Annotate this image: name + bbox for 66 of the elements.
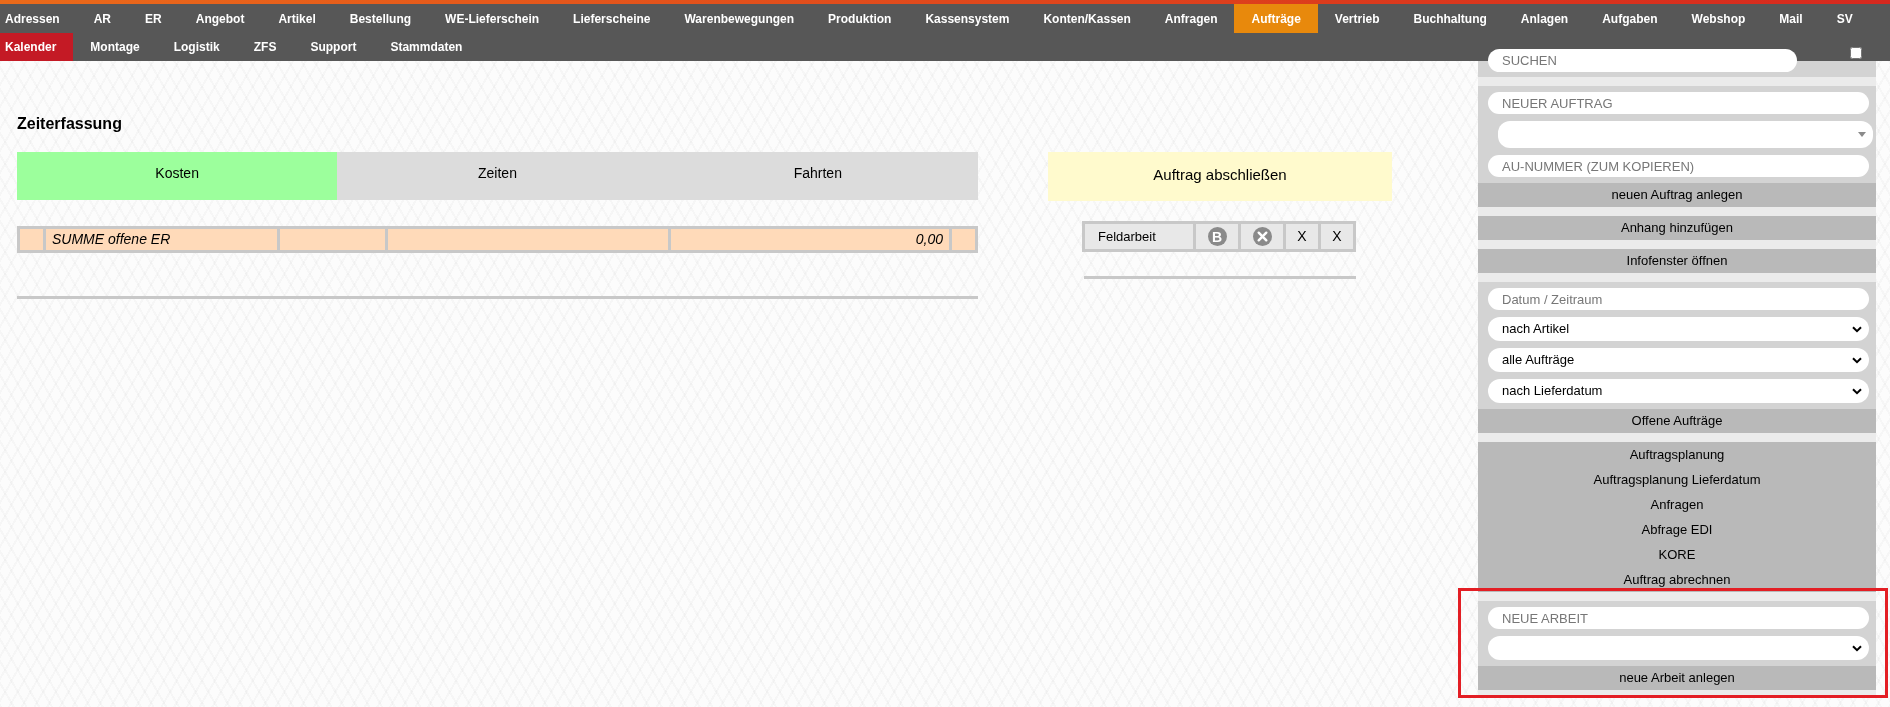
- input-field[interactable]: NEUE ARBEIT: [1488, 607, 1869, 629]
- tab[interactable]: Kosten: [17, 152, 338, 200]
- nav-link[interactable]: Aufgaben: [1585, 4, 1675, 33]
- nav-link[interactable]: SV: [1819, 4, 1870, 33]
- task-cell: Feldarbeit: [1085, 224, 1193, 249]
- search-field[interactable]: SUCHEN: [1488, 49, 1797, 72]
- nav-link[interactable]: Warenbewegungen: [667, 4, 812, 33]
- nav-link[interactable]: Angebot: [178, 4, 262, 33]
- nav-link[interactable]: Produktion: [811, 4, 909, 33]
- chevron-down-icon: [1852, 644, 1862, 652]
- close-order-button[interactable]: Auftrag abschließen: [1048, 152, 1392, 201]
- table-cell: SUMME offene ER: [46, 229, 277, 250]
- chevron-down-icon: [1852, 325, 1862, 333]
- nav-link[interactable]: Konten/Kassen: [1026, 4, 1148, 33]
- table-cell: [20, 229, 43, 250]
- nav-link[interactable]: Artikel: [261, 4, 333, 33]
- table-cell: 0,00: [671, 229, 949, 250]
- nav-link[interactable]: Kassensystem: [908, 4, 1027, 33]
- nav-link[interactable]: Anlagen: [1503, 4, 1586, 33]
- x-button[interactable]: X: [1286, 224, 1318, 249]
- nav-link[interactable]: Anfragen: [1147, 4, 1235, 33]
- input-field[interactable]: NEUER AUFTRAG: [1488, 92, 1869, 114]
- nav-link[interactable]: Webshop: [1674, 4, 1763, 33]
- close-circle-icon[interactable]: [1252, 227, 1272, 246]
- sidebar-link[interactable]: Anfragen: [1478, 492, 1876, 517]
- sidebar-link[interactable]: KORE: [1478, 542, 1876, 567]
- nav-link[interactable]: Vertrieb: [1317, 4, 1397, 33]
- nav-link[interactable]: Adressen: [0, 4, 77, 33]
- nav-link[interactable]: Lieferscheine: [556, 4, 668, 33]
- nav-link[interactable]: AR: [76, 4, 129, 33]
- sidebar-link[interactable]: Auftragsplanung: [1478, 442, 1876, 467]
- nav-link[interactable]: Mail: [1762, 4, 1820, 33]
- nav-link[interactable]: Bestellung: [332, 4, 429, 33]
- nav-link[interactable]: ZFS: [236, 33, 294, 61]
- dropdown-triangle-icon: [1858, 132, 1866, 137]
- nav-link[interactable]: Logistik: [156, 33, 237, 61]
- sidebar-button[interactable]: Infofenster öffnen: [1478, 249, 1876, 273]
- sidebar-link[interactable]: Auftragsplanung Lieferdatum: [1478, 467, 1876, 492]
- nav-link[interactable]: WE-Lieferschein: [428, 4, 557, 33]
- dropdown-field[interactable]: alle Aufträge: [1488, 348, 1869, 372]
- dropdown-field[interactable]: [1488, 636, 1869, 660]
- sidebar-button[interactable]: Offene Aufträge: [1478, 409, 1876, 433]
- dropdown-field[interactable]: nach Lieferdatum: [1488, 379, 1869, 403]
- page-title: Zeiterfassung: [17, 114, 123, 134]
- tab[interactable]: Fahrten: [657, 152, 978, 200]
- input-field[interactable]: AU-NUMMER (ZUM KOPIEREN): [1488, 155, 1869, 177]
- nav-link[interactable]: Stammdaten: [373, 33, 480, 61]
- input-field[interactable]: Datum / Zeitraum: [1488, 288, 1869, 310]
- nav-link[interactable]: Montage: [73, 33, 157, 61]
- checkbox[interactable]: [1850, 47, 1862, 59]
- sidebar-link[interactable]: Auftrag abrechnen: [1478, 567, 1876, 592]
- x-button[interactable]: X: [1321, 224, 1353, 249]
- table-cell: [952, 229, 975, 250]
- nav-link[interactable]: Buchhaltung: [1396, 4, 1504, 33]
- sidebar-link[interactable]: Abfrage EDI: [1478, 517, 1876, 542]
- chevron-down-icon: [1852, 356, 1862, 364]
- nav-link[interactable]: Support: [293, 33, 374, 61]
- sidebar-button[interactable]: neue Arbeit anlegen: [1478, 666, 1876, 690]
- dropdown-field[interactable]: nach Artikel: [1488, 317, 1869, 341]
- sidebar-button[interactable]: Anhang hinzufügen: [1478, 216, 1876, 240]
- sidebar-button[interactable]: neuen Auftrag anlegen: [1478, 183, 1876, 207]
- chevron-down-icon: [1852, 387, 1862, 395]
- nav-link[interactable]: ER: [128, 4, 179, 33]
- nav-link[interactable]: Kalender: [0, 33, 74, 61]
- tab[interactable]: Zeiten: [337, 152, 658, 200]
- combobox-field[interactable]: [1498, 121, 1873, 148]
